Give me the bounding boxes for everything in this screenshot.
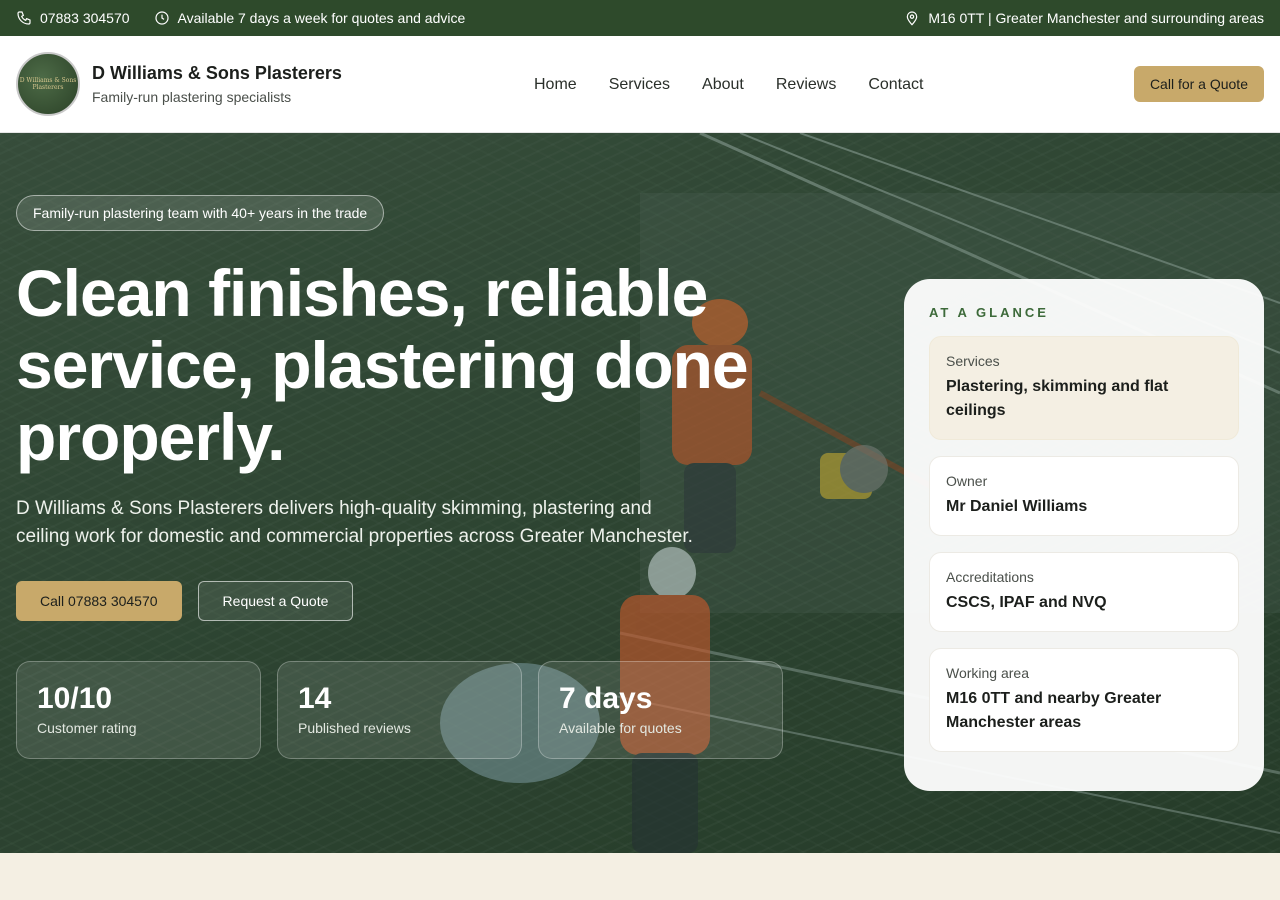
brand[interactable]: D Williams & Sons Plasterers D Williams …: [16, 52, 342, 116]
stat-label: Published reviews: [298, 720, 411, 736]
call-phone-button[interactable]: Call 07883 304570: [16, 581, 182, 621]
glance-item-working-area: Working area M16 0TT and nearby Greater …: [929, 648, 1239, 752]
hero-subtitle: D Williams & Sons Plasterers delivers hi…: [16, 498, 693, 547]
topbar-location: M16 0TT | Greater Manchester and surroun…: [904, 10, 1264, 26]
experience-badge: Family-run plastering team with 40+ year…: [16, 195, 385, 231]
stat-value: 7 days: [559, 682, 653, 715]
nav-home[interactable]: Home: [534, 76, 577, 94]
top-info-bar: 07883 304570 Available 7 days a week for…: [0, 0, 1280, 36]
hero-section: Family-run plastering team with 40+ year…: [0, 133, 1280, 853]
glance-label: Accreditations: [946, 569, 1034, 585]
topbar-phone-text: 07883 304570: [40, 10, 130, 26]
glance-value: Mr Daniel Williams: [946, 498, 1088, 515]
site-header: D Williams & Sons Plasterers D Williams …: [0, 36, 1280, 133]
location-pin-icon: [907, 11, 918, 26]
glance-item-services: Services Plastering, skimming and flat c…: [929, 336, 1239, 440]
clock-icon: [154, 11, 169, 25]
company-logo[interactable]: D Williams & Sons Plasterers: [16, 52, 80, 116]
glance-item-accreditations: Accreditations CSCS, IPAF and NVQ: [929, 552, 1239, 632]
glance-item-owner: Owner Mr Daniel Williams: [929, 456, 1239, 536]
stat-label: Customer rating: [37, 720, 137, 736]
nav-services[interactable]: Services: [609, 76, 670, 94]
phone-icon: [17, 11, 31, 25]
stat-card-reviews: 14 Published reviews: [277, 661, 522, 759]
hero-title: Clean finishes, reliable service, plaste…: [16, 256, 749, 474]
stat-card-availability: 7 days Available for quotes: [538, 661, 783, 759]
nav-reviews[interactable]: Reviews: [776, 76, 836, 94]
brand-tagline: Family-run plastering specialists: [92, 89, 292, 105]
stat-value: 14: [298, 682, 332, 715]
next-section-edge: [0, 853, 1280, 900]
glance-value: M16 0TT and nearby Greater Manchester ar…: [946, 690, 1162, 731]
hero-actions: Call 07883 304570 Request a Quote: [16, 581, 796, 621]
stat-value: 10/10: [37, 682, 113, 715]
glance-label: Working area: [946, 665, 1030, 681]
glance-value: CSCS, IPAF and NVQ: [946, 594, 1107, 611]
topbar-location-text: M16 0TT | Greater Manchester and surroun…: [928, 10, 1264, 26]
stat-label: Available for quotes: [559, 720, 682, 736]
stat-card-rating: 10/10 Customer rating: [16, 661, 261, 759]
at-a-glance-card: AT A GLANCE Services Plastering, skimmin…: [904, 279, 1264, 791]
glance-value: Plastering, skimming and flat ceilings: [946, 378, 1169, 419]
main-nav: Home Services About Reviews Contact: [534, 36, 923, 133]
topbar-availability-text: Available 7 days a week for quotes and a…: [177, 10, 466, 26]
logo-text: D Williams & Sons Plasterers: [19, 77, 77, 91]
call-for-quote-button[interactable]: Call for a Quote: [1133, 66, 1264, 102]
hero-content: Family-run plastering team with 40+ year…: [16, 195, 796, 759]
request-quote-button[interactable]: Request a Quote: [197, 581, 354, 621]
glance-title: AT A GLANCE: [929, 305, 1049, 320]
stats-row: 10/10 Customer rating 14 Published revie…: [16, 661, 796, 759]
nav-about[interactable]: About: [702, 76, 744, 94]
nav-contact[interactable]: Contact: [868, 76, 923, 94]
brand-name: D Williams & Sons Plasterers: [92, 63, 342, 83]
glance-label: Owner: [946, 473, 988, 489]
topbar-availability: Available 7 days a week for quotes and a…: [154, 10, 466, 26]
topbar-phone[interactable]: 07883 304570: [16, 10, 130, 26]
glance-label: Services: [946, 353, 1000, 369]
